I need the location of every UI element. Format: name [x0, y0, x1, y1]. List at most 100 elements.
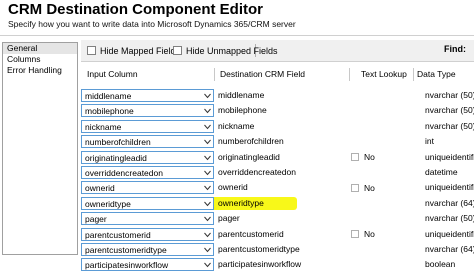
data-type-cell: uniqueidentifier	[425, 228, 474, 239]
hide-mapped-toggle[interactable]: Hide Mapped Fields	[87, 44, 180, 57]
hide-unmapped-label: Hide Unmapped Fields	[186, 45, 278, 56]
chevron-down-icon[interactable]	[204, 232, 211, 238]
data-type-cell: uniqueidentifier	[425, 182, 474, 193]
text-lookup-label: No	[364, 182, 375, 193]
destination-field-cell[interactable]: owneridtype	[218, 197, 264, 210]
hide-unmapped-checkbox[interactable]	[173, 46, 182, 55]
table-row: ownerid ownerid No uniqueidentifier	[81, 181, 474, 195]
text-lookup-cell[interactable]: No	[351, 229, 375, 240]
input-column-value: parentcustomeridtype	[85, 245, 167, 255]
input-column-select[interactable]: numberofchildren	[81, 135, 214, 149]
input-column-select[interactable]: overriddencreatedon	[81, 166, 214, 179]
destination-field-cell[interactable]: originatingleadid	[218, 151, 280, 164]
text-lookup-checkbox[interactable]	[351, 153, 359, 162]
input-column-select[interactable]: parentcustomeridtype	[81, 243, 214, 256]
destination-field-cell[interactable]: nickname	[218, 120, 254, 133]
input-column-select[interactable]: ownerid	[81, 181, 214, 195]
table-row: participatesinworkflow participatesinwork…	[81, 258, 474, 272]
chevron-down-icon[interactable]	[204, 93, 211, 99]
table-row: middlename middlename nvarchar (50)	[81, 89, 474, 103]
input-column-select[interactable]: originatingleadid	[81, 150, 214, 164]
data-type-cell: datetime	[425, 167, 458, 177]
data-type-cell: int	[425, 136, 434, 147]
text-lookup-checkbox[interactable]	[351, 183, 359, 192]
destination-field-cell[interactable]: numberofchildren	[218, 135, 284, 148]
table-row: numberofchildren numberofchildren int	[81, 135, 474, 149]
data-type-cell: boolean	[425, 259, 456, 270]
chevron-down-icon[interactable]	[204, 108, 211, 114]
sidebar-item-general[interactable]: General	[3, 43, 77, 54]
data-type-cell: nvarchar (50)	[425, 105, 474, 116]
input-column-select[interactable]: pager	[81, 212, 214, 226]
destination-field-cell[interactable]: ownerid	[218, 181, 248, 194]
text-lookup-cell[interactable]: No	[351, 182, 375, 193]
input-column-value: originatingleadid	[85, 152, 147, 163]
data-type-cell: nvarchar (50)	[425, 213, 474, 224]
hide-unmapped-toggle[interactable]: Hide Unmapped Fields	[173, 44, 278, 57]
input-column-select[interactable]: owneridtype	[81, 196, 214, 210]
chevron-down-icon[interactable]	[204, 170, 211, 176]
page-title: CRM Destination Component Editor	[8, 1, 263, 18]
table-row: parentcustomerid parentcustomerid No unique…	[81, 227, 474, 242]
hide-mapped-checkbox[interactable]	[87, 46, 96, 55]
header-divider[interactable]	[413, 68, 414, 81]
toolbar: Hide Mapped Fields Hide Unmapped Fields …	[81, 40, 474, 62]
header-divider[interactable]	[214, 68, 215, 81]
destination-field-cell[interactable]: mobilephone	[218, 104, 267, 117]
input-column-select[interactable]: parentcustomerid	[81, 227, 214, 241]
hide-mapped-label: Hide Mapped Fields	[100, 45, 181, 56]
input-column-value: participatesinworkflow	[85, 260, 169, 271]
input-column-value: overriddencreatedon	[85, 168, 163, 178]
data-type-cell: nvarchar (64)	[425, 244, 474, 254]
text-lookup-label: No	[364, 229, 375, 240]
chevron-down-icon[interactable]	[204, 139, 211, 145]
header-input-column[interactable]: Input Column	[87, 67, 138, 82]
input-column-value: pager	[85, 214, 107, 225]
destination-field-cell[interactable]: middlename	[218, 89, 264, 102]
chevron-down-icon[interactable]	[204, 201, 211, 207]
sidebar-item-columns[interactable]: Columns	[3, 54, 77, 65]
table-row: nickname nickname nvarchar (50)	[81, 119, 474, 134]
input-column-select[interactable]: participatesinworkflow	[81, 258, 214, 272]
table-row: parentcustomeridtype parentcustomeridtype…	[81, 243, 474, 257]
text-lookup-cell[interactable]: No	[351, 152, 375, 163]
header-text-lookup[interactable]: Text Lookup	[361, 67, 407, 82]
header-destination-field[interactable]: Destination CRM Field	[220, 67, 305, 82]
chevron-down-icon[interactable]	[204, 262, 211, 268]
input-column-value: mobilephone	[85, 106, 134, 117]
text-lookup-label: No	[364, 152, 375, 163]
destination-field-cell[interactable]: participatesinworkflow	[218, 258, 301, 271]
data-type-cell: uniqueidentifier	[425, 151, 474, 162]
input-column-select[interactable]: mobilephone	[81, 104, 214, 118]
input-column-value: ownerid	[85, 183, 115, 194]
grid-header: Input Column Destination CRM Field Text …	[81, 67, 474, 82]
input-column-select[interactable]: middlename	[81, 89, 214, 102]
sidebar: General Columns Error Handling	[2, 42, 78, 255]
text-lookup-checkbox[interactable]	[351, 230, 359, 239]
data-type-cell: nvarchar (50)	[425, 90, 474, 100]
page-subtitle: Specify how you want to write data into …	[8, 19, 296, 29]
find-label: Find:	[444, 44, 466, 54]
header-divider	[0, 35, 474, 36]
data-type-cell: nvarchar (50)	[425, 120, 474, 131]
columns-panel: Hide Mapped Fields Hide Unmapped Fields …	[81, 40, 474, 272]
destination-field-cell[interactable]: parentcustomerid	[218, 228, 284, 241]
destination-field-cell[interactable]: pager	[218, 212, 240, 225]
chevron-down-icon[interactable]	[204, 124, 211, 130]
destination-field-cell[interactable]: overriddencreatedon	[218, 166, 296, 179]
table-row: owneridtype owneridtype nvarchar (64)	[81, 196, 474, 211]
input-column-select[interactable]: nickname	[81, 119, 214, 133]
table-row: originatingleadid originatingleadid No uniq…	[81, 150, 474, 165]
chevron-down-icon[interactable]	[204, 155, 211, 161]
table-row: mobilephone mobilephone nvarchar (50)	[81, 104, 474, 118]
chevron-down-icon[interactable]	[204, 216, 211, 222]
header-data-type[interactable]: Data Type	[417, 67, 456, 82]
sidebar-item-error-handling[interactable]: Error Handling	[3, 65, 77, 76]
chevron-down-icon[interactable]	[204, 247, 211, 253]
destination-field-cell[interactable]: parentcustomeridtype	[218, 243, 300, 256]
input-column-value: numberofchildren	[85, 137, 151, 148]
header-divider[interactable]	[349, 68, 350, 81]
column-mapping-grid: Input Column Destination CRM Field Text …	[81, 63, 474, 272]
editor-header: CRM Destination Component Editor Specify…	[0, 0, 474, 34]
chevron-down-icon[interactable]	[204, 185, 211, 191]
